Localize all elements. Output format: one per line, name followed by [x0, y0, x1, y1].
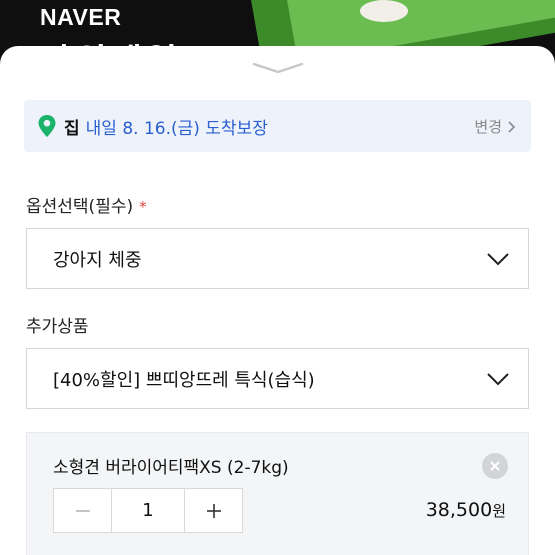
delivery-date: 내일 8. 16.(금) 도착보장 [85, 118, 268, 139]
decrease-quantity-button[interactable] [54, 489, 111, 532]
chevron-down-icon [487, 253, 509, 266]
addon-select[interactable]: [40%할인] 쁘띠앙뜨레 특식(습식) [26, 348, 529, 409]
option-select-value: 강아지 체중 [53, 249, 142, 271]
delivery-change-button[interactable]: 변경 [474, 116, 517, 137]
minus-icon [75, 509, 90, 512]
currency-label: 원 [492, 502, 506, 520]
option-label: 옵션선택(필수) * [26, 192, 147, 217]
location-pin-icon [38, 115, 56, 137]
item-name: 소형견 버라이어티팩XS (2-7kg) [53, 458, 289, 478]
quantity-value[interactable]: 1 [111, 489, 185, 532]
option-label-text: 옵션선택(필수) [26, 197, 134, 217]
selected-item: 소형견 버라이어티팩XS (2-7kg) 1 38,500원 [26, 432, 529, 555]
banner-product-image [360, 0, 408, 22]
chevron-right-icon [508, 120, 516, 133]
addon-select-value: [40%할인] 쁘띠앙뜨레 특식(습식) [53, 369, 315, 391]
sheet-handle[interactable] [250, 60, 306, 74]
option-select[interactable]: 강아지 체중 [26, 228, 529, 289]
delivery-change-label: 변경 [474, 118, 502, 136]
naver-logo: NAVER [40, 4, 122, 30]
delivery-info: 집 내일 8. 16.(금) 도착보장 변경 [24, 100, 531, 152]
chevron-down-icon [487, 373, 509, 386]
item-price-value: 38,500 [425, 499, 493, 521]
quantity-stepper: 1 [53, 488, 243, 533]
addon-label: 추가상품 [26, 317, 89, 337]
item-price: 38,500원 [426, 499, 506, 521]
close-icon [490, 461, 500, 471]
plus-icon [206, 503, 221, 518]
delivery-place: 집 [64, 118, 80, 139]
remove-item-button[interactable] [482, 453, 508, 479]
increase-quantity-button[interactable] [185, 489, 242, 532]
required-mark: * [139, 198, 147, 216]
chevron-down-icon [252, 62, 304, 74]
